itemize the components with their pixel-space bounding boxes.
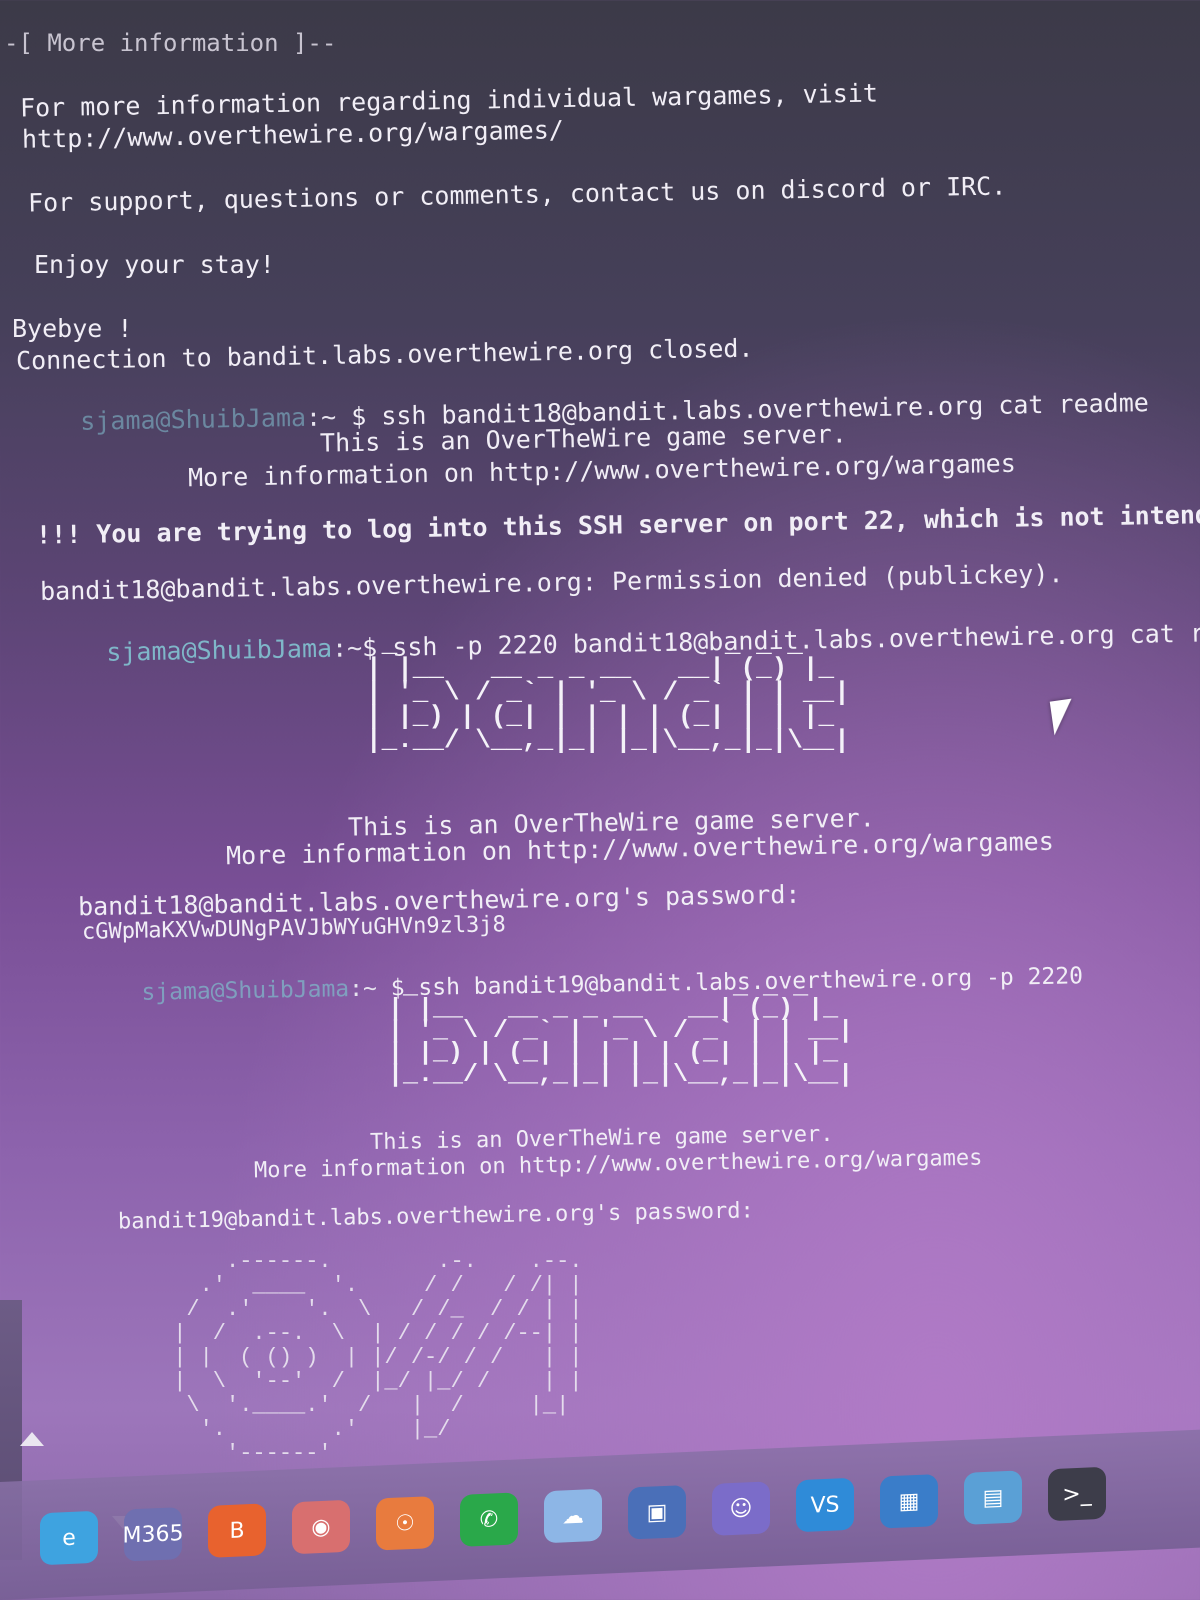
more-info-header: -[ More information ]--	[4, 29, 337, 57]
calendar-icon[interactable]: ▦	[880, 1474, 938, 1529]
prompt-user: sjama@ShuibJama	[106, 633, 333, 667]
chrome-icon[interactable]: ◉	[292, 1499, 350, 1555]
whatsapp-icon[interactable]: ✆	[460, 1492, 518, 1547]
brave-icon[interactable]: B	[208, 1503, 266, 1558]
mouse-cursor-icon	[1049, 698, 1077, 736]
otw-footer-art: .------. .-. .--. .' ____ '. / / / /| | …	[173, 1249, 583, 1466]
microsoft365-icon[interactable]: M365	[123, 1507, 184, 1562]
terminal-window[interactable]: -[ More information ]-- For more informa…	[0, 0, 1200, 1600]
prompt-separator: :~	[348, 975, 378, 1003]
terminal-icon[interactable]: >_	[1048, 1466, 1106, 1522]
enjoy-line: Enjoy your stay!	[34, 250, 275, 279]
prompt-user: sjama@ShuibJama	[141, 976, 350, 1006]
prompt-user: sjama@ShuibJama	[80, 402, 307, 436]
prompt-separator: :~	[331, 633, 363, 663]
teams-icon[interactable]: ☺	[712, 1481, 770, 1536]
firefox-icon[interactable]: ☉	[376, 1496, 434, 1551]
bandit-banner-art-2: _ _ _ _ | |__ __ _ _ __ __| (_) |_ | '_ …	[388, 972, 854, 1089]
cloud-icon[interactable]: ☁	[544, 1488, 602, 1544]
vscode-icon[interactable]: VS	[796, 1477, 854, 1533]
server-notice-3b: More information on http://www.overthewi…	[253, 1145, 983, 1184]
scroll-up-arrow-icon[interactable]	[20, 1432, 44, 1446]
store-icon[interactable]: ▣	[628, 1485, 686, 1540]
edge-icon[interactable]: e	[40, 1510, 98, 1566]
byebye-line: Byebye !	[12, 314, 133, 343]
support-line: For support, questions or comments, cont…	[27, 171, 1007, 218]
photos-icon[interactable]: ▤	[964, 1470, 1022, 1525]
password-prompt-19: bandit19@bandit.labs.overthewire.org's p…	[117, 1198, 754, 1235]
bandit-banner-art-1: _ _ _ _ | |__ __ _ _ __ __| (_) |_ | '_ …	[366, 629, 850, 755]
port-warning-line: !!! You are trying to log into this SSH …	[35, 499, 1200, 550]
